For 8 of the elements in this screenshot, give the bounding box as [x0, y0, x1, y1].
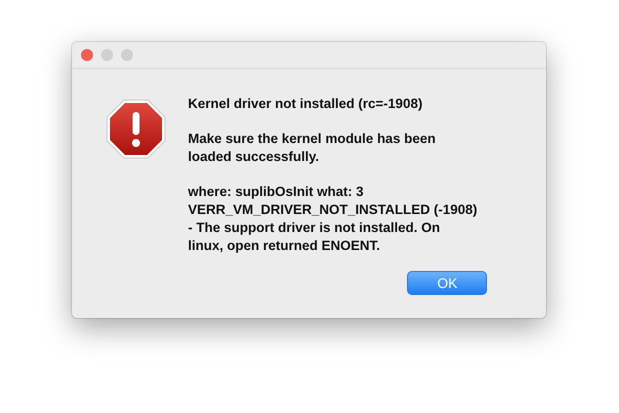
ok-button[interactable]: OK: [407, 271, 488, 295]
error-message: where: suplibOsInit what: 3 VERR_VM_DRIVER_NOT_INSTALLED (-1908) - The support driver is not installed. On linux, open returned ENOENT.: [188, 183, 478, 255]
error-title: Kernel driver not installed (rc=-1908): [188, 95, 424, 113]
warning-octagon-icon: [106, 99, 166, 159]
close-button[interactable]: [81, 49, 93, 61]
zoom-button[interactable]: [121, 49, 133, 61]
error-message: Make sure the kernel module has been loaded successfully.: [188, 130, 437, 166]
minimize-button[interactable]: [101, 49, 113, 61]
